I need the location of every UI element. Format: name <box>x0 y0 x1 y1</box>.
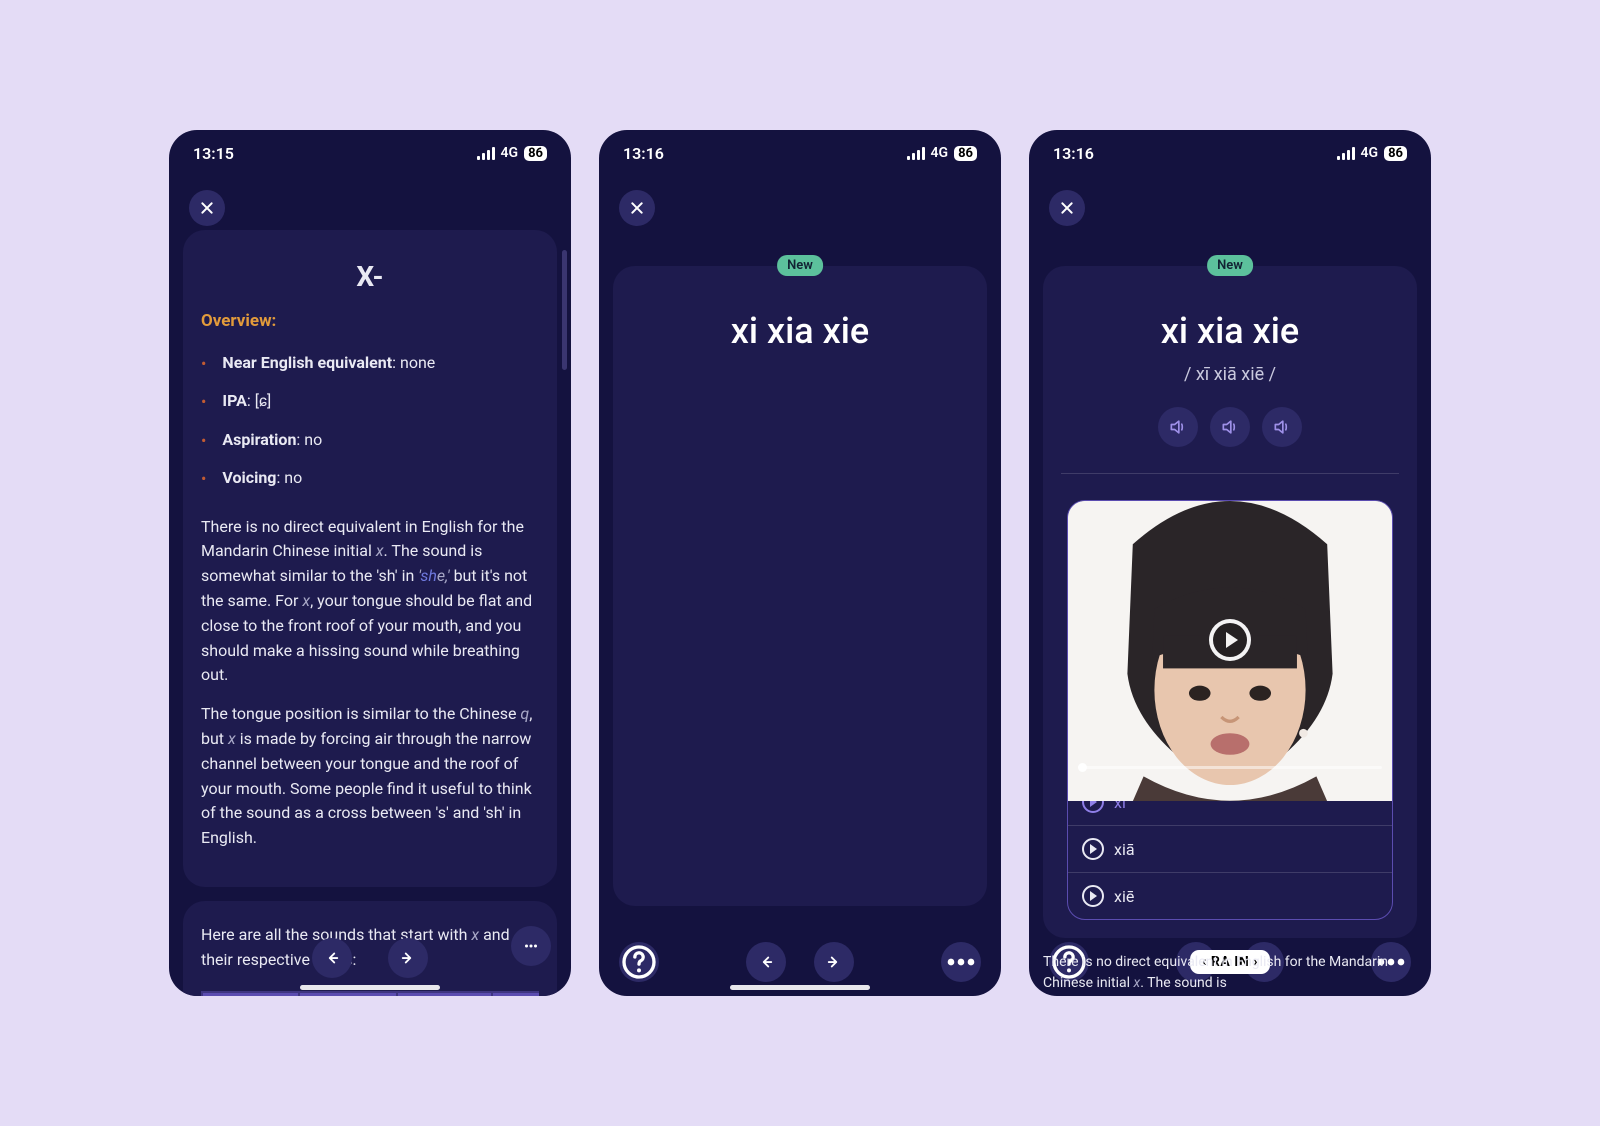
speaker-icon <box>1220 417 1240 437</box>
nav-arrows <box>312 938 428 978</box>
more-icon <box>941 942 981 982</box>
divider <box>1061 473 1399 474</box>
more-icon <box>522 937 540 955</box>
col-o-finals: O~Finals <box>299 992 396 996</box>
arrow-right-icon <box>825 953 843 971</box>
flashcard-headline: xi xia xie <box>1061 310 1399 352</box>
peek-text: There is no direct equivalent in English… <box>1043 952 1417 994</box>
prev-button[interactable] <box>312 938 352 978</box>
arrow-left-icon <box>323 949 341 967</box>
status-bar: 13:15 4G 86 <box>169 130 571 176</box>
page-title: X- <box>201 260 539 293</box>
home-indicator[interactable] <box>300 985 440 990</box>
network-label: 4G <box>1361 145 1379 161</box>
help-icon <box>619 942 659 982</box>
phone-screen-2: 13:16 4G 86 New xi xia xie <box>599 130 1001 996</box>
nav-arrows <box>746 942 854 982</box>
close-button[interactable] <box>189 190 225 226</box>
scroll-area[interactable]: X- Overview: Near English equivalent: no… <box>169 176 571 996</box>
scrollbar-thumb[interactable] <box>562 250 567 370</box>
play-icon <box>1209 619 1251 661</box>
finals-table: A~Finals O~Finals E~Finals I~Finals U 🔊x… <box>201 991 539 996</box>
more-button[interactable] <box>941 942 981 982</box>
audio-button-3[interactable] <box>1262 407 1302 447</box>
phone-screen-3: 13:16 4G 86 New xi xia xie / xī xiā xiē … <box>1029 130 1431 996</box>
close-button[interactable] <box>619 190 655 226</box>
next-button[interactable] <box>814 942 854 982</box>
bullet-near-equiv: Near English equivalent: none <box>201 345 539 383</box>
overview-heading: Overview: <box>201 311 539 331</box>
arrow-right-icon <box>399 949 417 967</box>
close-button[interactable] <box>1049 190 1085 226</box>
speaker-icon <box>1272 417 1292 437</box>
status-right: 4G 86 <box>1337 145 1407 161</box>
signal-icon <box>907 147 925 160</box>
bottom-bar <box>599 942 1001 982</box>
table-header-row: A~Finals O~Finals E~Finals I~Finals U <box>202 992 539 996</box>
arrow-left-icon <box>757 953 775 971</box>
phone-screen-1: 13:15 4G 86 X- Overview: Near English eq… <box>169 130 571 996</box>
video-thumbnail[interactable] <box>1068 501 1392 779</box>
new-badge: New <box>1207 255 1253 276</box>
signal-icon <box>477 147 495 160</box>
help-button[interactable] <box>619 942 659 982</box>
signal-icon <box>1337 147 1355 160</box>
battery-badge: 86 <box>1384 146 1407 161</box>
bullet-aspiration: Aspiration: no <box>201 422 539 460</box>
audio-button-1[interactable] <box>1158 407 1198 447</box>
audio-buttons <box>1061 407 1399 447</box>
finals-table-wrap[interactable]: A~Finals O~Finals E~Finals I~Finals U 🔊x… <box>201 991 539 996</box>
status-bar: 13:16 4G 86 <box>1029 130 1431 176</box>
prev-button[interactable] <box>746 942 786 982</box>
home-indicator[interactable] <box>730 985 870 990</box>
status-time: 13:16 <box>623 144 664 163</box>
status-time: 13:16 <box>1053 144 1094 163</box>
ipa-transcription: / xī xiā xiē / <box>1061 364 1399 385</box>
audio-button-2[interactable] <box>1210 407 1250 447</box>
overview-bullets: Near English equivalent: none IPA: [ɕ] A… <box>201 345 539 499</box>
flashcard-back: New xi xia xie / xī xiā xiē / <box>1043 266 1417 938</box>
col-a-finals: A~Finals <box>202 992 299 996</box>
video-progress[interactable] <box>1078 766 1382 769</box>
status-right: 4G 86 <box>907 145 977 161</box>
next-button[interactable] <box>388 938 428 978</box>
close-icon <box>629 200 645 216</box>
col-e-finals: E~Finals <box>397 992 492 996</box>
overview-card: X- Overview: Near English equivalent: no… <box>183 230 557 887</box>
bullet-ipa: IPA: [ɕ] <box>201 383 539 421</box>
flashcard-headline: xi xia xie <box>631 310 969 352</box>
status-bar: 13:16 4G 86 <box>599 130 1001 176</box>
close-icon <box>1059 200 1075 216</box>
play-icon <box>1082 838 1104 860</box>
close-icon <box>199 200 215 216</box>
new-badge: New <box>777 255 823 276</box>
bullet-voicing: Voicing: no <box>201 460 539 498</box>
sound-item-xia[interactable]: xiā <box>1068 825 1392 872</box>
description-para-2: The tongue position is similar to the Ch… <box>201 702 539 851</box>
play-icon <box>1082 885 1104 907</box>
speaker-icon <box>1168 417 1188 437</box>
network-label: 4G <box>931 145 949 161</box>
battery-badge: 86 <box>524 146 547 161</box>
flashcard-front[interactable]: New xi xia xie <box>613 266 987 906</box>
sound-item-xie[interactable]: xiē <box>1068 872 1392 919</box>
video-box: xī xiā xiē <box>1067 500 1393 920</box>
description-para-1: There is no direct equivalent in English… <box>201 515 539 689</box>
network-label: 4G <box>501 145 519 161</box>
col-i-finals: I~Finals <box>492 992 539 996</box>
more-button[interactable] <box>511 926 551 966</box>
battery-badge: 86 <box>954 146 977 161</box>
status-time: 13:15 <box>193 144 234 163</box>
status-right: 4G 86 <box>477 145 547 161</box>
